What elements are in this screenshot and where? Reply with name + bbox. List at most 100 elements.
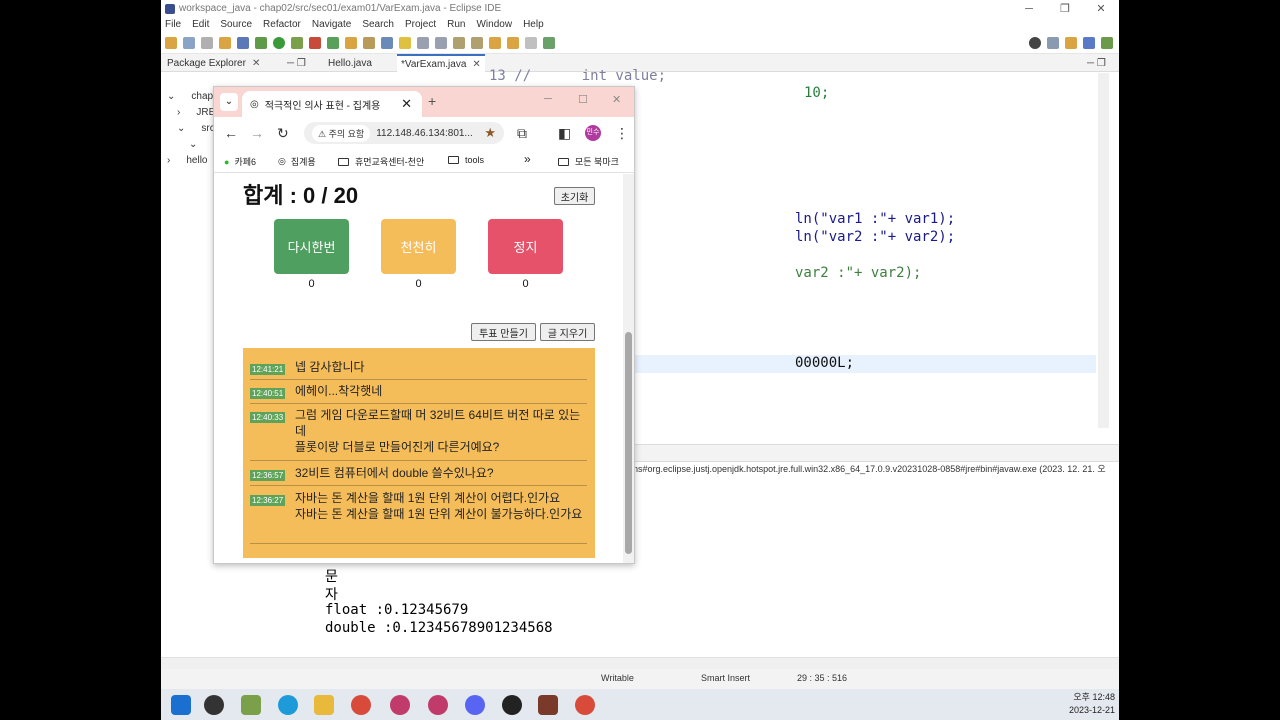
new-tab-icon[interactable]: + <box>428 93 436 109</box>
side-panel-icon[interactable]: ◧ <box>558 125 571 142</box>
message-time: 12:41:21 <box>250 364 286 375</box>
vote-slow-button[interactable]: 천천히 <box>381 219 456 274</box>
obs-icon[interactable] <box>502 695 522 715</box>
new-icon[interactable] <box>165 36 177 49</box>
menu-navigate[interactable]: Navigate <box>312 19 351 30</box>
more-bookmarks-icon[interactable]: » <box>524 152 531 166</box>
menu-source[interactable]: Source <box>220 19 252 30</box>
block-icon[interactable] <box>417 36 429 49</box>
menu-search[interactable]: Search <box>362 19 394 30</box>
extensions-icon[interactable]: ⧉ <box>517 125 527 142</box>
chrome-profile-icon[interactable] <box>428 695 448 715</box>
bookmark-item[interactable]: 모든 북마크 <box>558 155 619 168</box>
bookmark-star-icon[interactable]: ★ <box>484 125 496 141</box>
search-icon[interactable] <box>204 695 224 715</box>
menu-run[interactable]: Run <box>447 19 465 30</box>
close-icon[interactable]: ✕ <box>1083 2 1119 15</box>
bookmark-item[interactable]: tools <box>448 155 484 165</box>
vote-stop-button[interactable]: 정지 <box>488 219 563 274</box>
debug-perspective-icon[interactable] <box>1101 36 1113 49</box>
new-class-icon[interactable] <box>327 36 339 49</box>
tab-search-icon[interactable]: ⌄ <box>220 93 238 111</box>
chrome-profile-icon[interactable] <box>390 695 410 715</box>
tab-varexam-java[interactable]: *VarExam.java ✕ <box>397 54 485 72</box>
next-annotation-icon[interactable] <box>453 36 465 49</box>
search-icon[interactable] <box>1029 36 1041 49</box>
start-icon[interactable] <box>171 695 191 715</box>
reset-button[interactable]: 초기화 <box>554 187 595 205</box>
java-ee-icon[interactable] <box>1065 36 1077 49</box>
edge-icon[interactable] <box>278 695 298 715</box>
save-all-icon[interactable] <box>201 36 213 49</box>
external-tools-icon[interactable] <box>309 36 321 49</box>
terminal-icon[interactable] <box>237 36 249 49</box>
close-icon[interactable]: ✕ <box>472 59 480 70</box>
menu-refactor[interactable]: Refactor <box>263 19 301 30</box>
browser-tab[interactable]: ◎ 적극적인 의사 표현 - 집계용 ✕ <box>242 91 422 117</box>
bookmark-item[interactable]: ◎ 집계용 <box>278 155 316 168</box>
vote-count: 0 <box>415 278 422 290</box>
minimize-icon[interactable]: ─ <box>544 93 552 105</box>
forward-icon[interactable] <box>507 36 519 49</box>
minimize-icon[interactable]: ─ <box>1011 3 1047 15</box>
link-icon[interactable] <box>219 36 231 49</box>
chrome-icon[interactable] <box>351 695 371 715</box>
clear-messages-button[interactable]: 글 지우기 <box>540 323 595 341</box>
system-clock[interactable]: 오후 12:48 2023-12-21 <box>1069 691 1115 717</box>
prev-annotation-icon[interactable] <box>471 36 483 49</box>
menu-edit[interactable]: Edit <box>192 19 209 30</box>
status-insert-mode: Smart Insert <box>701 673 751 683</box>
menu-file[interactable]: File <box>165 19 181 30</box>
pilcrow-icon[interactable] <box>435 36 447 49</box>
page-scrollbar[interactable] <box>623 174 634 563</box>
forward-icon[interactable]: → <box>250 125 264 141</box>
toggle-mark-icon[interactable] <box>381 36 393 49</box>
coverage-icon[interactable] <box>291 36 303 49</box>
address-bar-row: ← → ↻ ⚠ 주의 요함 112.148.46.134:801... ★ ⧉ … <box>214 117 634 149</box>
back-icon[interactable]: ← <box>224 125 238 141</box>
message-time: 12:40:51 <box>250 388 286 399</box>
minimize-view-icon[interactable]: ─ ❐ <box>283 54 310 72</box>
nav-icon[interactable] <box>525 36 537 49</box>
editor-scrollbar[interactable] <box>1098 73 1109 428</box>
bookmark-item[interactable]: ● 카페6 <box>224 155 256 168</box>
eclipse-taskbar-icon[interactable] <box>538 695 558 715</box>
close-icon[interactable]: ✕ <box>252 58 260 69</box>
tab-label: Hello.java <box>328 57 372 69</box>
security-warning[interactable]: ⚠ 주의 요함 <box>312 124 371 142</box>
run-icon[interactable] <box>273 36 285 49</box>
reload-icon[interactable]: ↻ <box>277 125 289 142</box>
horizontal-scrollbar[interactable] <box>161 657 1119 669</box>
scrollbar-thumb[interactable] <box>625 332 632 554</box>
eclipse-icon <box>165 3 175 14</box>
menu-dots-icon[interactable]: ⋮ <box>615 125 629 142</box>
search-tool-icon[interactable] <box>363 36 375 49</box>
save-icon[interactable] <box>183 36 195 49</box>
avatar[interactable]: 민수 <box>585 125 601 141</box>
discord-icon[interactable] <box>465 695 485 715</box>
close-tab-icon[interactable]: ✕ <box>401 96 412 112</box>
app-icon[interactable] <box>241 695 261 715</box>
chrome-icon[interactable] <box>575 695 595 715</box>
back-icon[interactable] <box>489 36 501 49</box>
bookmark-item[interactable]: 휴먼교육센터-천안 <box>338 155 424 168</box>
debug-icon[interactable] <box>255 36 267 49</box>
vote-again-button[interactable]: 다시한번 <box>274 219 349 274</box>
highlight-icon[interactable] <box>399 36 411 49</box>
perspective-icon[interactable] <box>1047 36 1059 49</box>
java-perspective-icon[interactable] <box>1083 36 1095 49</box>
menu-help[interactable]: Help <box>523 19 544 30</box>
tab-hello-java[interactable]: Hello.java <box>324 54 376 72</box>
make-vote-button[interactable]: 투표 만들기 <box>471 323 536 341</box>
menu-project[interactable]: Project <box>405 19 436 30</box>
url-field[interactable]: ⚠ 주의 요함 112.148.46.134:801... ★ <box>304 122 504 144</box>
tab-package-explorer[interactable]: Package Explorer ✕ <box>163 54 264 72</box>
close-icon[interactable]: ✕ <box>612 93 621 106</box>
maximize-icon[interactable]: ❐ <box>1047 2 1083 15</box>
open-type-icon[interactable] <box>345 36 357 49</box>
maximize-icon[interactable]: ☐ <box>578 93 588 106</box>
pin-icon[interactable] <box>543 36 555 49</box>
file-explorer-icon[interactable] <box>314 695 334 715</box>
editor-window-controls[interactable]: ─ ❐ <box>1083 54 1110 72</box>
menu-window[interactable]: Window <box>476 19 512 30</box>
